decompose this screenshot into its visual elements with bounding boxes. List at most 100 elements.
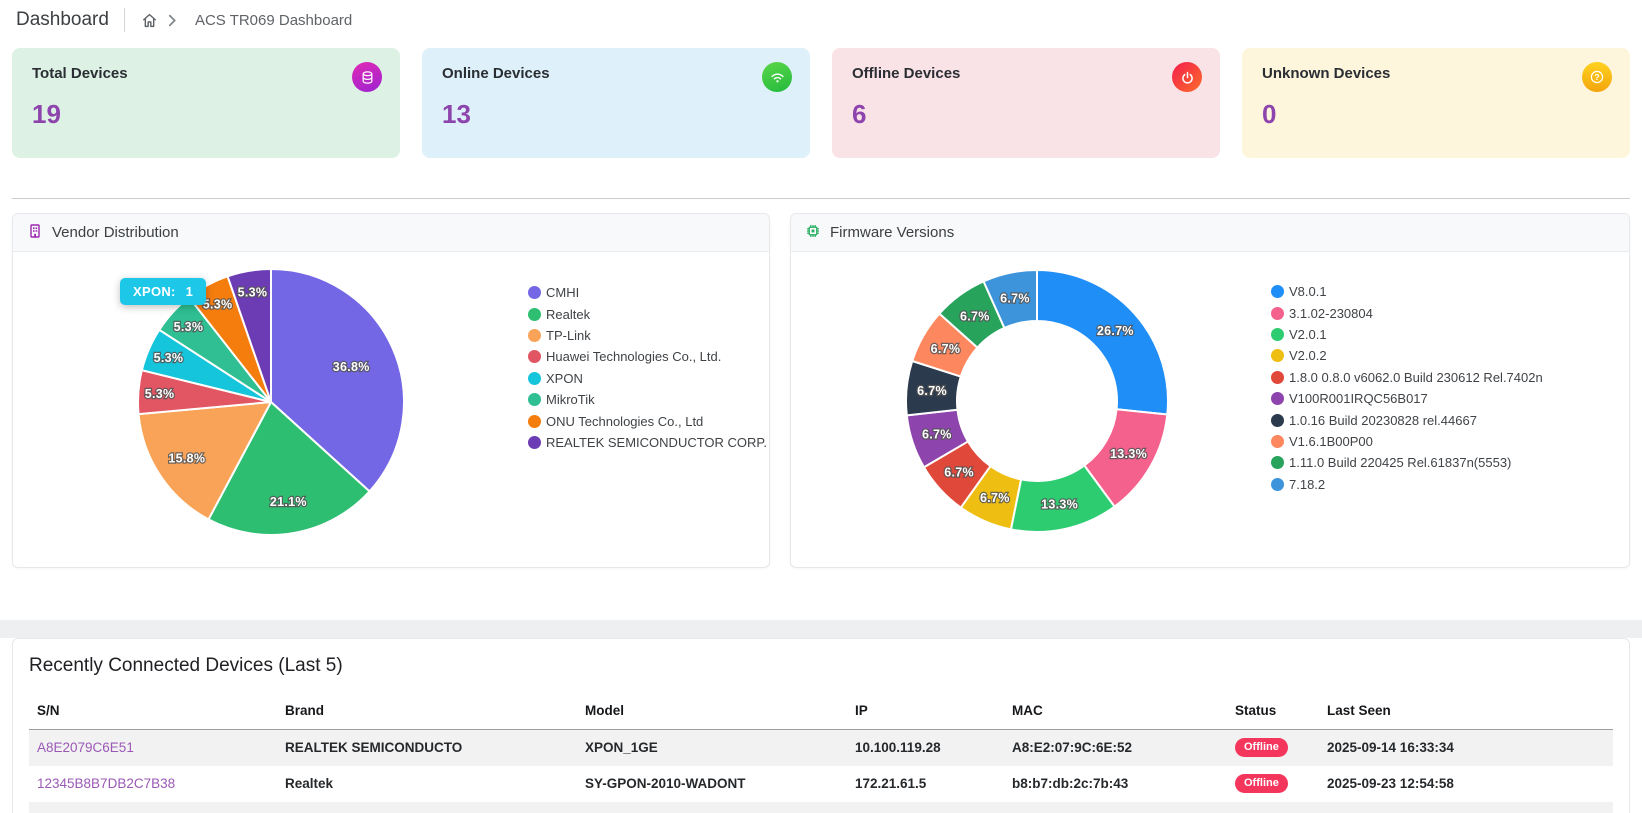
offline-devices-card[interactable]: Offline Devices 6 [832, 48, 1220, 158]
legend-item[interactable]: 1.11.0 Build 220425 Rel.61837n(5553) [1271, 452, 1543, 473]
slice-label: 6.7% [1000, 291, 1030, 305]
legend-dot [528, 415, 541, 428]
legend-item[interactable]: CMHI [528, 282, 767, 303]
chart-slice[interactable] [1037, 270, 1168, 415]
slice-label: 13.3% [1041, 498, 1078, 512]
legend-dot [1271, 392, 1284, 405]
legend-label: V1.6.1B00P00 [1289, 434, 1373, 449]
legend-item[interactable]: Realtek [528, 303, 767, 324]
slice-label: 6.7% [960, 309, 990, 323]
legend-item[interactable]: XPON [528, 368, 767, 389]
legend-label: 1.8.0 0.8.0 v6062.0 Build 230612 Rel.740… [1289, 370, 1543, 385]
legend-item[interactable]: ONU Technologies Co., Ltd [528, 410, 767, 431]
page-title: Dashboard [16, 9, 109, 31]
legend-dot [528, 393, 541, 406]
total-devices-card[interactable]: Total Devices 19 [12, 48, 400, 158]
online-devices-card[interactable]: Online Devices 13 [422, 48, 810, 158]
slice-label: 5.3% [145, 387, 175, 401]
legend-label: 3.1.02-230804 [1289, 306, 1373, 321]
legend-dot [1271, 285, 1284, 298]
device-sn-link[interactable]: A8E2079C6E51 [29, 730, 277, 766]
recent-devices-card: Recently Connected Devices (Last 5) S/NB… [12, 638, 1630, 813]
legend-label: V100R001IRQC56B017 [1289, 391, 1428, 406]
legend-item[interactable]: V2.0.1 [1271, 324, 1543, 345]
vendor-distribution-card: Vendor Distribution 36.8%21.1%15.8%5.3%5… [12, 213, 770, 568]
device-row: 12345B8B7DB2C7B38RealtekSY-GPON-2010-WAD… [29, 766, 1613, 802]
legend-item[interactable]: 1.0.16 Build 20230828 rel.44667 [1271, 409, 1543, 430]
legend-item[interactable]: MikroTik [528, 389, 767, 410]
device-row-partial [29, 802, 1613, 813]
legend-item[interactable]: V100R001IRQC56B017 [1271, 388, 1543, 409]
device-model-cell: SY-GPON-2010-WADONT [577, 766, 847, 802]
card-title: Firmware Versions [830, 224, 954, 241]
device-model-cell: XPON_1GE [577, 730, 847, 766]
slice-label: 21.1% [270, 495, 307, 509]
vendor-pie-chart: 36.8%21.1%15.8%5.3%5.3%5.3%5.3%5.3% CMHI… [13, 252, 769, 567]
stat-value: 6 [852, 99, 1200, 130]
column-header: Model [577, 695, 847, 730]
slice-label: 6.7% [922, 428, 952, 442]
devices-table-body: A8E2079C6E51REALTEK SEMICONDUCTOXPON_1GE… [29, 730, 1613, 813]
legend-label: CMHI [546, 285, 579, 300]
slice-label: 15.8% [168, 451, 205, 465]
stat-value: 0 [1262, 99, 1610, 130]
legend-label: REALTEK SEMICONDUCTOR CORP. [546, 435, 767, 450]
column-header: Brand [277, 695, 577, 730]
vendor-legend: CMHI RealtekTP-LinkHuawei Technologies Co… [528, 282, 767, 453]
firmware-versions-card: Firmware Versions 26.7%13.3%13.3%6.7%6.7… [790, 213, 1630, 568]
device-status-cell: Offline [1227, 766, 1319, 802]
stats-row: Total Devices 19 Online Devices 13 Offli… [12, 48, 1630, 158]
column-header: Status [1227, 695, 1319, 730]
legend-item[interactable]: Huawei Technologies Co., Ltd. [528, 346, 767, 367]
legend-dot [1271, 349, 1284, 362]
legend-label: V2.0.1 [1289, 327, 1327, 342]
column-header: Last Seen [1319, 695, 1613, 730]
device-mac-cell: A8:E2:07:9C:6E:52 [1004, 730, 1227, 766]
chevron-right-icon [168, 14, 177, 27]
legend-item[interactable]: V8.0.1 [1271, 281, 1543, 302]
slice-label: 13.3% [1110, 447, 1147, 461]
device-row: A8E2079C6E51REALTEK SEMICONDUCTOXPON_1GE… [29, 730, 1613, 766]
slice-label: 5.3% [154, 351, 184, 365]
status-badge: Offline [1235, 774, 1288, 793]
unknown-devices-card[interactable]: Unknown Devices 0 ? [1242, 48, 1630, 158]
device-sn-link[interactable]: 12345B8B7DB2C7B38 [29, 766, 277, 802]
legend-item[interactable]: V1.6.1B00P00 [1271, 431, 1543, 452]
legend-item[interactable]: V2.0.2 [1271, 345, 1543, 366]
firmware-card-header: Firmware Versions [791, 214, 1629, 252]
legend-label: XPON [546, 371, 583, 386]
devices-table-header-row: S/NBrandModelIPMACStatusLast Seen [29, 695, 1613, 730]
device-brand-cell: Realtek [277, 766, 577, 802]
wifi-icon [762, 62, 792, 92]
legend-item[interactable]: 1.8.0 0.8.0 v6062.0 Build 230612 Rel.740… [1271, 367, 1543, 388]
stat-value: 19 [32, 99, 380, 130]
legend-label: MikroTik [546, 392, 595, 407]
slice-label: 6.7% [917, 384, 947, 398]
device-last_seen-cell: 2025-09-14 16:33:34 [1319, 730, 1613, 766]
legend-label: 7.18.2 [1289, 477, 1325, 492]
legend-dot [528, 372, 541, 385]
device-ip-cell: 10.100.119.28 [847, 730, 1004, 766]
stat-label: Unknown Devices [1262, 65, 1610, 82]
legend-item[interactable]: TP-Link [528, 325, 767, 346]
legend-item[interactable]: 7.18.2 [1271, 474, 1543, 495]
vendor-card-header: Vendor Distribution [13, 214, 769, 252]
device-status-cell: Offline [1227, 730, 1319, 766]
stat-label: Online Devices [442, 65, 790, 82]
legend-label: 1.11.0 Build 220425 Rel.61837n(5553) [1289, 455, 1511, 470]
tooltip-value: 1 [186, 284, 194, 299]
power-icon [1172, 62, 1202, 92]
chart-tooltip: XPON: 1 [120, 278, 206, 305]
legend-item[interactable]: 3.1.02-230804 [1271, 302, 1543, 323]
slice-label: 6.7% [944, 466, 974, 480]
slice-label: 5.3% [203, 297, 233, 311]
firmware-legend: V8.0.1 3.1.02-230804 V2.0.1 V2.0.2 1.8.0 0.8… [1271, 281, 1543, 495]
table-title: Recently Connected Devices (Last 5) [29, 655, 1613, 677]
legend-item[interactable]: REALTEK SEMICONDUCTOR CORP. [528, 432, 767, 453]
divider [124, 8, 125, 32]
column-header: MAC [1004, 695, 1227, 730]
home-icon[interactable] [140, 11, 159, 30]
building-icon [27, 223, 43, 243]
legend-dot [1271, 328, 1284, 341]
legend-dot [1271, 307, 1284, 320]
